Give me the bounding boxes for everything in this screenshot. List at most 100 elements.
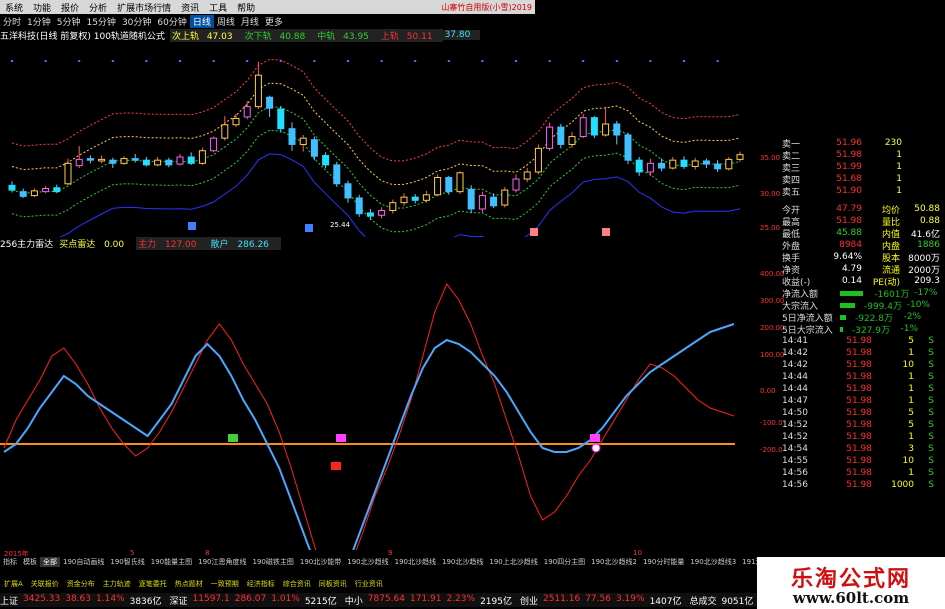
tick-time: 14:47 (782, 396, 808, 406)
bottom-nav-item[interactable]: 行业资讯 (351, 579, 387, 589)
ask-row: 卖一 51.96 230 (782, 137, 942, 150)
buy-radar-label: 买点雷达 (59, 240, 96, 250)
candle (568, 131, 576, 148)
indicator-chart[interactable] (0, 250, 760, 550)
indicator-tab[interactable]: 190北沙趋线 (344, 557, 391, 567)
candle (467, 185, 475, 213)
period-tab-daily[interactable]: 日线 (189, 14, 214, 28)
indicator-tab[interactable]: 190智氏线 (107, 557, 147, 567)
period-tab-more[interactable]: 更多 (262, 15, 286, 28)
candle (434, 174, 442, 197)
candle (445, 175, 453, 195)
index-ticker: 上证 3425.33 38.63 1.14% 3836亿 深证 11597.1 286.07 1… (0, 593, 760, 607)
bottom-nav-item[interactable]: 关联报价 (27, 579, 63, 589)
fund-flow-bar (840, 326, 843, 332)
indicator-tab[interactable]: 全部 (40, 557, 60, 567)
signal-dot (179, 60, 181, 62)
indicator-tab[interactable]: 190上北沙趋线 (486, 557, 540, 567)
period-tab-30min[interactable]: 30分钟 (119, 15, 154, 28)
index-ticker-item[interactable]: 总成交 9051亿 (689, 594, 760, 607)
period-tab-weekly[interactable]: 周线 (214, 15, 238, 28)
indicator-tab[interactable]: 190能量主图 (148, 557, 195, 567)
bottom-nav-item[interactable]: 同板资讯 (315, 579, 351, 589)
period-tab-monthly[interactable]: 月线 (238, 15, 262, 28)
menu-item-ext-market[interactable]: 扩展市场行情 (112, 1, 176, 14)
indicator-tab[interactable]: 190分时能量 (640, 557, 687, 567)
signal-dot (11, 60, 13, 62)
indicator-tab[interactable]: 190四分主图 (541, 557, 588, 567)
ask-volume: 1 (896, 186, 902, 196)
tick-price: 51.98 (846, 432, 872, 442)
candle (198, 147, 206, 165)
bottom-nav-item[interactable]: 热点题材 (171, 579, 207, 589)
period-tab-5min[interactable]: 5分钟 (54, 15, 84, 28)
menu-item-system[interactable]: 系统 (0, 1, 28, 14)
indicator-tab[interactable]: 190北沙能带 (297, 557, 344, 567)
tick-side: S (928, 432, 934, 442)
tick-side: S (928, 480, 934, 490)
tick-time: 14:52 (782, 420, 808, 430)
tick-price: 51.98 (846, 468, 872, 478)
bottom-nav-item[interactable]: 经济指标 (243, 579, 279, 589)
candle (736, 151, 744, 162)
menu-item-help[interactable]: 帮助 (232, 1, 260, 14)
sell-flag (530, 228, 538, 236)
indicator-tab[interactable]: 190北沙趋线2 (588, 557, 640, 567)
indicator-tab[interactable]: 190北沙趋线 (392, 557, 439, 567)
tick-side: S (928, 384, 934, 394)
indicator-tab[interactable]: 190江恩角度线 (195, 557, 249, 567)
lower2-label: 次下轨 (244, 31, 272, 42)
candle (322, 152, 330, 169)
index-name: 上证 (0, 596, 19, 607)
indicator-tab[interactable]: 190磁铁主图 (250, 557, 297, 567)
bottom-nav-item[interactable]: 扩展A (0, 579, 27, 589)
indicator-tab[interactable]: 模板 (20, 557, 40, 567)
indicator-tab[interactable]: 190北沙趋线3 (687, 557, 739, 567)
bottom-nav-item[interactable]: 综合资讯 (279, 579, 315, 589)
candle (277, 105, 285, 133)
series-line-retail (3, 323, 735, 550)
buy-flag (188, 222, 196, 230)
bottom-nav-item[interactable]: 一致预期 (207, 579, 243, 589)
candle (400, 193, 408, 206)
bottom-nav-item[interactable]: 资金分布 (63, 579, 99, 589)
index-ticker-item[interactable]: 创业 2511.16 77.56 3.19% 1407亿 (520, 594, 690, 607)
tick-side: S (928, 444, 934, 454)
menu-item-tools[interactable]: 工具 (204, 1, 232, 14)
index-pct: 1.14% (96, 593, 125, 604)
index-ticker-item[interactable]: 深证 11597.1 286.07 1.01% 5215亿 (170, 594, 345, 607)
indicator-tab[interactable]: 190自动画线 (60, 557, 107, 567)
candle (602, 106, 610, 137)
tick-volume: 5 (908, 420, 914, 430)
candle (590, 116, 598, 139)
index-ticker-item[interactable]: 上证 3425.33 38.63 1.14% 3836亿 (0, 594, 170, 607)
period-tab-60min[interactable]: 60分钟 (154, 15, 189, 28)
menu-item-analysis[interactable]: 分析 (84, 1, 112, 14)
tick-side: S (928, 420, 934, 430)
candle (546, 122, 554, 151)
index-change: 38.63 (65, 593, 91, 604)
bottom-nav-item[interactable]: 逐笔委托 (135, 579, 171, 589)
tick-side: S (928, 360, 934, 370)
menu-item-quote[interactable]: 报价 (56, 1, 84, 14)
signal-dot (683, 60, 685, 62)
bottom-nav-item[interactable]: 主力轨迹 (99, 579, 135, 589)
indicator-tab[interactable]: 190北沙趋线 (439, 557, 486, 567)
low-price-marker: 25.44 (330, 221, 351, 229)
period-tab-1min[interactable]: 1分钟 (24, 15, 54, 28)
period-tab-timeshare[interactable]: 分时 (0, 15, 24, 28)
index-ticker-item[interactable]: 中小 7875.64 171.91 2.23% 2195亿 (345, 594, 520, 607)
candlestick-chart[interactable]: 25.44 (0, 42, 760, 237)
indicator-tab[interactable]: 指标 (0, 557, 20, 567)
tick-price: 51.98 (846, 456, 872, 466)
ask-price: 51.96 (836, 138, 862, 148)
signal-marker (336, 434, 346, 442)
menu-item-news[interactable]: 资讯 (176, 1, 204, 14)
menu-item-function[interactable]: 功能 (28, 1, 56, 14)
ask-row: 卖五 51.90 1 (782, 185, 942, 198)
tick-side: S (928, 468, 934, 478)
stat-value: 9.64% (833, 252, 862, 262)
signal-dot (615, 60, 618, 62)
period-tab-15min[interactable]: 15分钟 (83, 15, 118, 28)
stat-row: 换手 9.64% 股本 8000万 (782, 251, 942, 264)
